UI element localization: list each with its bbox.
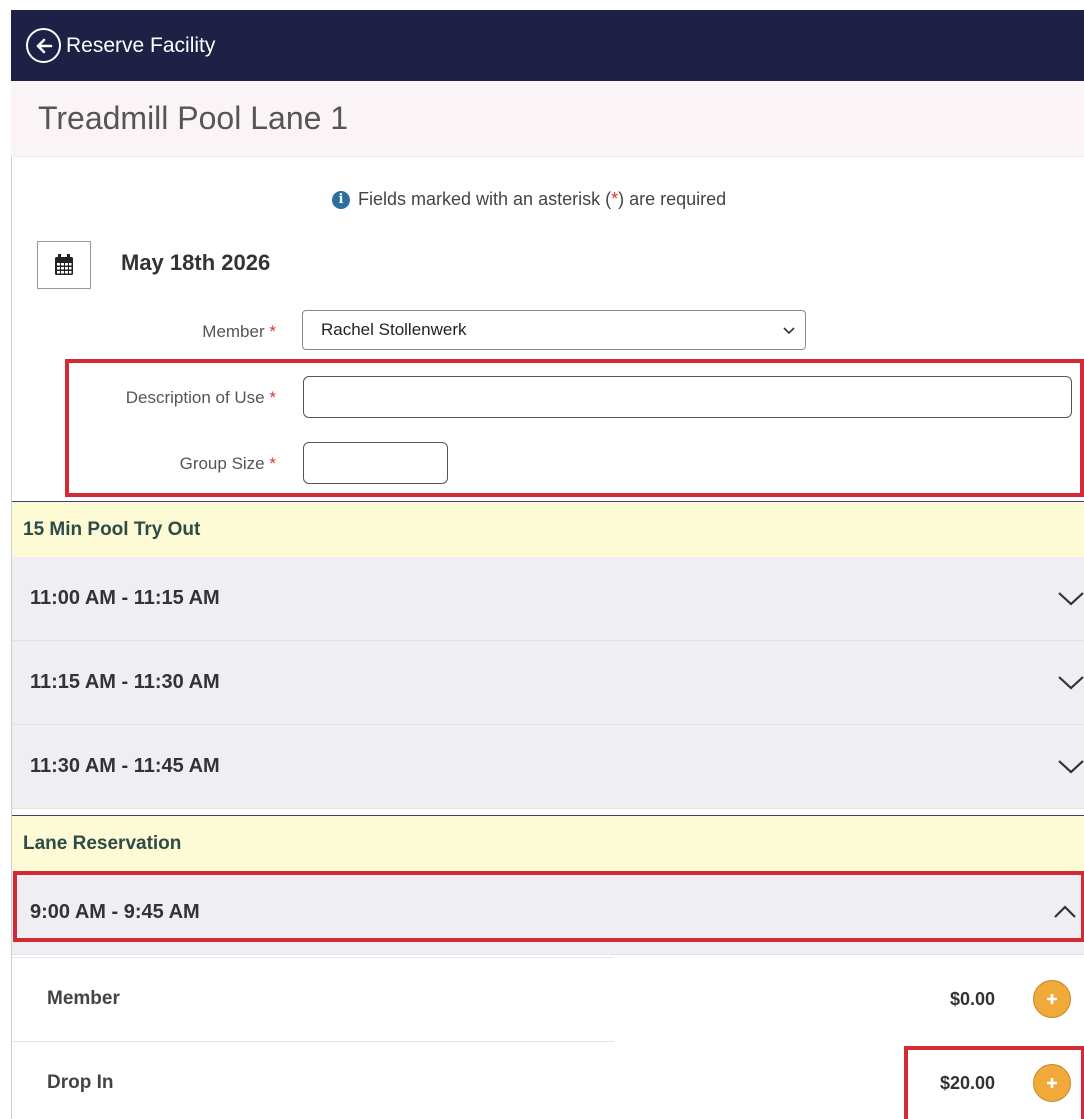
notice-prefix: Fields marked with an asterisk ( <box>358 189 612 209</box>
time-slot-highlight <box>13 871 1084 942</box>
add-button[interactable] <box>1033 980 1071 1018</box>
notice-asterisk: * <box>611 189 619 209</box>
navbar-title: Reserve Facility <box>66 33 216 57</box>
chevron-down-icon <box>1058 592 1084 606</box>
calendar-icon <box>55 254 73 275</box>
time-slot[interactable]: 11:30 AM - 11:45 AM <box>12 725 1084 809</box>
rate-name: Member <box>47 988 120 1009</box>
info-icon: i <box>332 190 350 209</box>
form-fields-highlight <box>65 359 1084 497</box>
rate-row: Member $0.00 <box>12 957 1084 1041</box>
calendar-button[interactable] <box>37 241 91 289</box>
section-header: 15 Min Pool Try Out <box>12 501 1084 557</box>
selected-date: May 18th 2026 <box>121 250 271 275</box>
time-slot[interactable]: 11:15 AM - 11:30 AM <box>12 641 1084 725</box>
page-title: Treadmill Pool Lane 1 <box>38 100 349 136</box>
rate-price: $0.00 <box>949 988 995 1009</box>
time-slot[interactable]: 11:00 AM - 11:15 AM <box>12 557 1084 641</box>
time-slot-label: 11:30 AM - 11:45 AM <box>30 755 220 777</box>
chevron-down-icon <box>1058 676 1084 690</box>
time-slot-label: 11:15 AM - 11:30 AM <box>30 671 220 693</box>
chevron-down-icon <box>783 327 795 335</box>
chevron-down-icon <box>1058 760 1084 774</box>
page-header: Treadmill Pool Lane 1 <box>11 81 1084 157</box>
required-fields-notice: i Fields marked with an asterisk (*) are… <box>332 189 726 210</box>
drop-in-highlight <box>904 1046 1084 1119</box>
rate-name: Drop In <box>47 1072 114 1093</box>
member-label-text: Member <box>202 322 265 341</box>
section-header: Lane Reservation <box>12 815 1084 871</box>
arrow-left-icon <box>36 38 52 53</box>
member-select-value: Rachel Stollenwerk <box>321 320 467 339</box>
member-select[interactable]: Rachel Stollenwerk <box>302 310 806 350</box>
member-label: Member * <box>202 322 276 342</box>
time-slot-label: 11:00 AM - 11:15 AM <box>30 587 220 609</box>
top-navbar: Reserve Facility <box>11 10 1084 81</box>
plus-icon <box>1047 994 1057 1004</box>
required-mark: * <box>269 322 276 341</box>
reservation-form: i Fields marked with an asterisk (*) are… <box>11 157 1084 1119</box>
back-button[interactable] <box>26 28 61 63</box>
notice-suffix: ) are required <box>618 189 727 209</box>
